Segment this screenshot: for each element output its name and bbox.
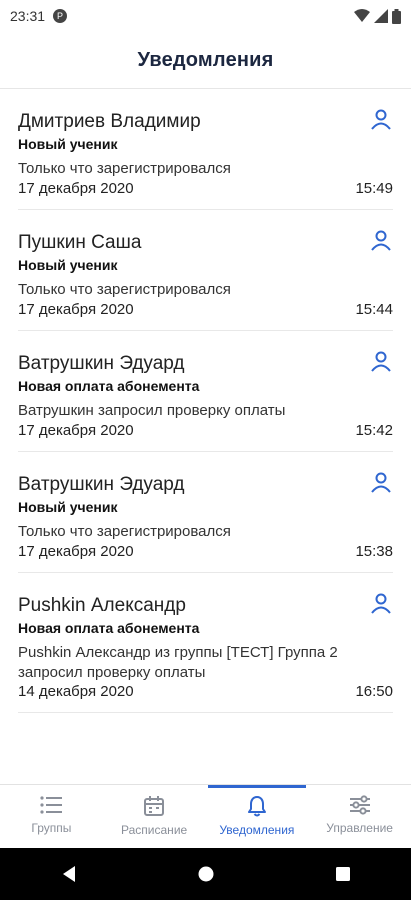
notification-item[interactable]: Ватрушкин Эдуард Новый ученик Только что… (18, 452, 393, 573)
user-icon[interactable] (369, 591, 393, 615)
notification-name: Пушкин Саша (18, 232, 142, 253)
nav-groups-label: Группы (31, 821, 72, 835)
notification-type: Новая оплата абонемента (18, 620, 200, 636)
back-icon[interactable] (60, 865, 78, 883)
status-left: 23:31 P (10, 8, 68, 24)
sliders-icon (349, 795, 370, 815)
status-time: 23:31 (10, 8, 46, 24)
notification-name: Ватрушкин Эдуард (18, 353, 185, 374)
status-bar: 23:31 P (0, 0, 411, 32)
page-title: Уведомления (137, 48, 274, 71)
notification-date: 17 декабря 2020 (18, 422, 134, 439)
notification-date: 14 декабря 2020 (18, 683, 134, 700)
nav-notifications-label: Уведомления (219, 823, 295, 837)
nav-notifications[interactable]: Уведомления (206, 785, 309, 849)
list-icon (40, 796, 63, 814)
nav-management[interactable]: Управление (308, 785, 411, 849)
battery-icon (392, 8, 401, 24)
notification-time: 15:49 (355, 180, 393, 197)
notification-date: 17 декабря 2020 (18, 301, 134, 318)
nav-groups[interactable]: Группы (0, 785, 103, 849)
nav-management-label: Управление (326, 821, 393, 835)
notification-date: 17 декабря 2020 (18, 543, 134, 560)
notification-item[interactable]: Пушкин Саша Новый ученик Только что заре… (18, 210, 393, 331)
notification-time: 15:42 (355, 422, 393, 439)
notification-description: Только что зарегистрировался (18, 160, 231, 177)
signal-icon (374, 9, 388, 23)
nav-schedule[interactable]: Расписание (103, 785, 206, 849)
notification-date: 17 декабря 2020 (18, 180, 134, 197)
notification-name: Ватрушкин Эдуард (18, 474, 185, 495)
wifi-icon (354, 9, 370, 22)
notification-time: 15:44 (355, 301, 393, 318)
home-icon[interactable] (197, 865, 215, 883)
user-icon[interactable] (369, 349, 393, 373)
status-right (354, 8, 401, 24)
notifications-list[interactable]: Дмитриев Владимир Новый ученик Только чт… (0, 89, 411, 713)
calendar-icon (144, 796, 165, 816)
nav-schedule-label: Расписание (121, 823, 188, 837)
notification-name: Дмитриев Владимир (18, 111, 201, 132)
notification-time: 16:50 (355, 683, 393, 700)
notification-type: Новый ученик (18, 136, 118, 152)
user-icon[interactable] (369, 470, 393, 494)
notification-type: Новая оплата абонемента (18, 378, 200, 394)
bell-icon (247, 796, 266, 817)
user-icon[interactable] (369, 107, 393, 131)
notification-name: Pushkin Александр (18, 595, 186, 616)
notification-item[interactable]: Дмитриев Владимир Новый ученик Только чт… (18, 89, 393, 210)
notification-type: Новый ученик (18, 257, 118, 273)
notification-description: Ватрушкин запросил проверку оплаты (18, 402, 286, 419)
notification-item[interactable]: Pushkin Александр Новая оплата абонемент… (18, 573, 393, 713)
notification-description: Только что зарегистрировался (18, 281, 231, 298)
notification-description: Только что зарегистрировался (18, 523, 231, 540)
notification-time: 15:38 (355, 543, 393, 560)
recents-icon[interactable] (335, 866, 351, 882)
system-navigation-bar (0, 848, 411, 900)
notification-description: Pushkin Александр из группы [ТЕСТ] Групп… (18, 644, 338, 681)
bottom-navigation: Группы Расписание Уведомления Управление (0, 784, 411, 849)
app-notification-icon: P (53, 9, 68, 23)
notification-item[interactable]: Ватрушкин Эдуард Новая оплата абонемента… (18, 331, 393, 452)
notification-type: Новый ученик (18, 499, 118, 515)
app-header: Уведомления (0, 32, 411, 89)
user-icon[interactable] (369, 228, 393, 252)
